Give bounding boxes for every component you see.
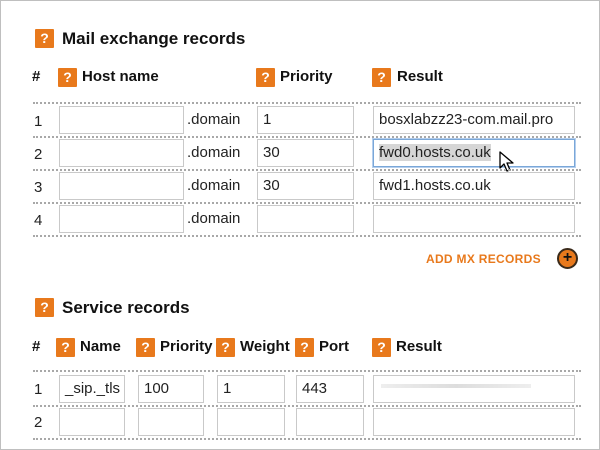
domain-suffix: .domain [187, 210, 241, 227]
service-weight-input[interactable]: 1 [217, 375, 285, 403]
help-icon[interactable]: ? [372, 68, 391, 87]
help-icon[interactable]: ? [216, 338, 235, 357]
service-priority-input[interactable] [138, 408, 204, 436]
service-result-input[interactable] [373, 375, 575, 403]
priority-input[interactable]: 30 [257, 172, 354, 200]
column-header-number: # [32, 338, 41, 355]
divider [33, 169, 581, 171]
host-name-input[interactable] [59, 205, 184, 233]
result-input[interactable]: fwd1.hosts.co.uk [373, 172, 575, 200]
divider [33, 235, 581, 237]
column-header-host-name: Host name [82, 68, 159, 85]
add-circle-icon[interactable]: + [557, 248, 578, 269]
priority-input[interactable]: 30 [257, 139, 354, 167]
row-number: 1 [34, 113, 43, 130]
service-port-input[interactable] [296, 408, 364, 436]
column-header-priority: Priority [160, 338, 213, 355]
help-icon[interactable]: ? [295, 338, 314, 357]
service-name-input[interactable]: _sip._tls [59, 375, 125, 403]
column-header-priority: Priority [280, 68, 333, 85]
host-name-input[interactable] [59, 172, 184, 200]
help-icon[interactable]: ? [35, 29, 54, 48]
column-header-number: # [32, 68, 41, 85]
column-header-result: Result [396, 338, 442, 355]
column-header-result: Result [397, 68, 443, 85]
selected-text: fwd0.hosts.co.uk [379, 144, 491, 161]
result-input[interactable]: bosxlabzz23-com.mail.pro [373, 106, 575, 134]
help-icon[interactable]: ? [372, 338, 391, 357]
section-title-srv: Service records [62, 298, 190, 317]
section-title-mx: Mail exchange records [62, 29, 246, 48]
service-weight-input[interactable] [217, 408, 285, 436]
row-number: 2 [34, 146, 43, 163]
domain-suffix: .domain [187, 144, 241, 161]
divider [33, 136, 581, 138]
row-number: 4 [34, 212, 43, 229]
divider [33, 405, 581, 407]
host-name-input[interactable] [59, 106, 184, 134]
host-name-input[interactable] [59, 139, 184, 167]
domain-suffix: .domain [187, 177, 241, 194]
column-header-weight: Weight [240, 338, 290, 355]
help-icon[interactable]: ? [58, 68, 77, 87]
redacted-value [381, 384, 531, 388]
add-mx-records-link[interactable]: ADD MX RECORDS [426, 252, 541, 266]
page-frame: ? Mail exchange records # ? Host name ? … [0, 0, 600, 450]
help-icon[interactable]: ? [56, 338, 75, 357]
domain-suffix: .domain [187, 111, 241, 128]
priority-input[interactable] [257, 205, 354, 233]
service-priority-input[interactable]: 100 [138, 375, 204, 403]
priority-input[interactable]: 1 [257, 106, 354, 134]
divider [33, 370, 581, 372]
divider [33, 202, 581, 204]
row-number: 1 [34, 381, 43, 398]
service-port-input[interactable]: 443 [296, 375, 364, 403]
help-icon[interactable]: ? [136, 338, 155, 357]
divider [33, 102, 581, 104]
help-icon[interactable]: ? [256, 68, 275, 87]
service-name-input[interactable] [59, 408, 125, 436]
divider [33, 438, 581, 440]
result-input[interactable] [373, 205, 575, 233]
help-icon[interactable]: ? [35, 298, 54, 317]
column-header-port: Port [319, 338, 349, 355]
row-number: 3 [34, 179, 43, 196]
service-result-input[interactable] [373, 408, 575, 436]
result-input-focused[interactable]: fwd0.hosts.co.uk [373, 139, 575, 167]
column-header-name: Name [80, 338, 121, 355]
row-number: 2 [34, 414, 43, 431]
